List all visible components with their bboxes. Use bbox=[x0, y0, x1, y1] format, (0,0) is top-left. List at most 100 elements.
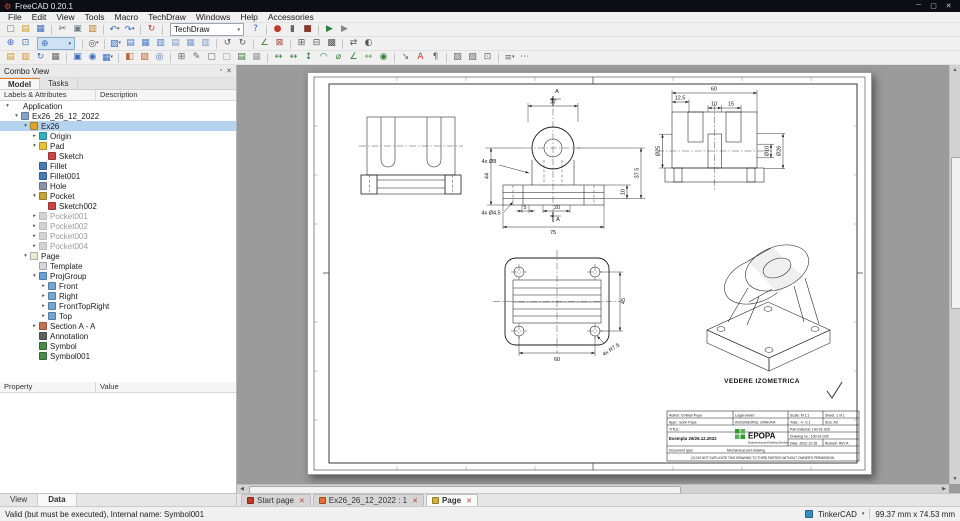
menu-windows[interactable]: Windows bbox=[191, 12, 235, 23]
menu-file[interactable]: File bbox=[3, 12, 27, 23]
clip-group-icon[interactable]: ⊞ bbox=[174, 51, 189, 64]
tree-item[interactable]: ▾ Page bbox=[0, 251, 236, 261]
menu-macro[interactable]: Macro bbox=[109, 12, 143, 23]
dimension-37-5[interactable]: 37.5 bbox=[635, 168, 641, 179]
toggle-frames-icon[interactable]: ⊡ bbox=[480, 51, 495, 64]
rotate-right-icon[interactable]: ↻ bbox=[235, 37, 250, 50]
close-button[interactable]: ✕ bbox=[941, 2, 956, 10]
expand-arrow-icon[interactable]: ▸ bbox=[39, 303, 48, 309]
open-file-icon[interactable]: ▤ bbox=[18, 23, 33, 36]
view-front-icon[interactable]: ▤ bbox=[123, 37, 138, 50]
tab-document[interactable]: Ex26_26_12_2022 : 1 ✕ bbox=[312, 494, 424, 506]
navigation-style-indicator[interactable]: TinkerCAD bbox=[818, 510, 857, 519]
section-label-bottom[interactable]: A bbox=[556, 217, 560, 223]
refresh-icon[interactable]: ↻ bbox=[144, 23, 159, 36]
tree-item[interactable]: Symbol bbox=[0, 341, 236, 351]
tree-item[interactable]: ▸ Origin bbox=[0, 131, 236, 141]
minimize-button[interactable]: ─ bbox=[911, 2, 926, 10]
dimension-37[interactable]: 37 bbox=[550, 100, 556, 106]
menu-edit[interactable]: Edit bbox=[27, 12, 52, 23]
tree-item[interactable]: ▸ Pocket001 bbox=[0, 211, 236, 221]
insert-image-icon[interactable]: ▦ bbox=[249, 51, 264, 64]
expand-arrow-icon[interactable]: ▸ bbox=[30, 133, 39, 139]
dimension-10[interactable]: 10 bbox=[711, 102, 717, 108]
customize-icon[interactable]: ⋯ bbox=[517, 51, 532, 64]
insert-active-view-icon[interactable]: ◉ bbox=[85, 51, 100, 64]
tree-item[interactable]: Hole bbox=[0, 181, 236, 191]
tree-item[interactable]: Sketch002 bbox=[0, 201, 236, 211]
dimension-vertical-icon[interactable]: ↕ bbox=[301, 51, 316, 64]
macro-record-icon[interactable]: ● bbox=[270, 23, 285, 36]
dimension-d10[interactable]: Ø10 bbox=[765, 146, 771, 156]
view-rear-icon[interactable]: ▤ bbox=[168, 37, 183, 50]
tab-model[interactable]: Model bbox=[0, 78, 41, 89]
dimension-60[interactable]: 60 bbox=[554, 357, 560, 363]
view-isometric-icon[interactable]: ▧ bbox=[108, 37, 123, 50]
redo-icon[interactable]: ↷ bbox=[122, 23, 137, 36]
dimension-d25[interactable]: Ø25 bbox=[656, 146, 662, 156]
drawing-sheet[interactable]: .ln{stroke:#1a1a1a;stroke-width:.9;fill:… bbox=[307, 72, 872, 475]
menu-help[interactable]: Help bbox=[235, 12, 262, 23]
view-bottom-icon[interactable]: ▦ bbox=[183, 37, 198, 50]
section-view-icon[interactable]: ◧ bbox=[122, 51, 137, 64]
save-file-icon[interactable]: ▦ bbox=[33, 23, 48, 36]
dimension-75[interactable]: 75 bbox=[550, 230, 556, 236]
appearance-icon[interactable]: ◐ bbox=[361, 37, 376, 50]
property-column-header[interactable]: Property bbox=[0, 382, 96, 392]
expand-arrow-icon[interactable]: ▾ bbox=[21, 123, 30, 129]
zoom-dropdown[interactable]: ⊕ ▾ bbox=[37, 37, 75, 50]
expand-arrow-icon[interactable]: ▾ bbox=[30, 273, 39, 279]
expand-arrow-icon[interactable]: ▸ bbox=[30, 223, 39, 229]
measure-distance-icon[interactable]: ∠ bbox=[257, 37, 272, 50]
fit-selection-icon[interactable]: ⊡ bbox=[18, 37, 33, 50]
tree-item[interactable]: ▸ Pocket002 bbox=[0, 221, 236, 231]
iso-view-annotation[interactable]: VEDERE IZOMETRICA bbox=[724, 378, 800, 385]
print-all-pages-icon[interactable]: ▦ bbox=[48, 51, 63, 64]
cut-icon[interactable]: ✂ bbox=[55, 23, 70, 36]
stack-group-icon[interactable]: ≡ bbox=[502, 51, 517, 64]
tree-item[interactable]: ▸ Right bbox=[0, 291, 236, 301]
expand-arrow-icon[interactable]: ▾ bbox=[12, 113, 21, 119]
tree-item[interactable]: ▸ Top bbox=[0, 311, 236, 321]
tree-item[interactable]: ▾ ProjGroup bbox=[0, 271, 236, 281]
balloon-icon[interactable]: ◉ bbox=[376, 51, 391, 64]
dimension-d26[interactable]: Ø26 bbox=[777, 146, 783, 156]
insert-projection-group-icon[interactable]: ▦ bbox=[100, 51, 115, 64]
undo-icon[interactable]: ↶ bbox=[107, 23, 122, 36]
box-element-selection-icon[interactable]: ⊟ bbox=[309, 37, 324, 50]
insert-arch-view-icon[interactable]: ▢ bbox=[219, 51, 234, 64]
tree-item[interactable]: Symbol001 bbox=[0, 351, 236, 361]
expand-arrow-icon[interactable]: ▸ bbox=[39, 283, 48, 289]
dimension-10[interactable]: 10 bbox=[621, 189, 627, 195]
scroll-up-icon[interactable]: ▲ bbox=[950, 65, 960, 75]
complex-section-icon[interactable]: ▨ bbox=[137, 51, 152, 64]
tree-item[interactable]: ▾ Ex26_26_12_2022 bbox=[0, 111, 236, 121]
view-right-icon[interactable]: ▥ bbox=[153, 37, 168, 50]
vertical-scrollbar[interactable]: ▲ ▼ bbox=[949, 65, 960, 484]
tree-item[interactable]: ▾ Pocket bbox=[0, 191, 236, 201]
dimension-44[interactable]: 44 bbox=[485, 173, 491, 179]
tree-item[interactable]: ▸ Pocket004 bbox=[0, 241, 236, 251]
insert-symbol-icon[interactable]: ✎ bbox=[189, 51, 204, 64]
tab-view[interactable]: View bbox=[0, 494, 39, 506]
tree-item[interactable]: Sketch bbox=[0, 151, 236, 161]
new-page-from-template-icon[interactable]: ▥ bbox=[18, 51, 33, 64]
tab-tasks[interactable]: Tasks bbox=[40, 78, 78, 89]
property-editor-body[interactable] bbox=[0, 393, 236, 493]
dimension-diameter-icon[interactable]: ⌀ bbox=[331, 51, 346, 64]
expand-arrow-icon[interactable]: ▾ bbox=[3, 103, 12, 109]
expand-arrow-icon[interactable]: ▸ bbox=[30, 213, 39, 219]
dimension-horizontal-icon[interactable]: ↔ bbox=[286, 51, 301, 64]
vertical-scroll-thumb[interactable] bbox=[951, 157, 960, 309]
scroll-left-icon[interactable]: ◀ bbox=[237, 485, 247, 493]
fit-all-icon[interactable]: ⊕ bbox=[3, 37, 18, 50]
detail-view-icon[interactable]: ◎ bbox=[152, 51, 167, 64]
annotation-tool-icon[interactable]: A bbox=[413, 51, 428, 64]
dimension-60[interactable]: 60 bbox=[711, 87, 717, 93]
tab-close-icon[interactable]: ✕ bbox=[299, 497, 305, 505]
hatch-region-icon[interactable]: ▨ bbox=[450, 51, 465, 64]
draw-style-icon[interactable]: ◎ bbox=[86, 37, 101, 50]
macro-stop-icon[interactable]: ■ bbox=[300, 23, 315, 36]
view-left-icon[interactable]: ▥ bbox=[198, 37, 213, 50]
mdi-area[interactable]: .ln{stroke:#1a1a1a;stroke-width:.9;fill:… bbox=[237, 65, 960, 493]
